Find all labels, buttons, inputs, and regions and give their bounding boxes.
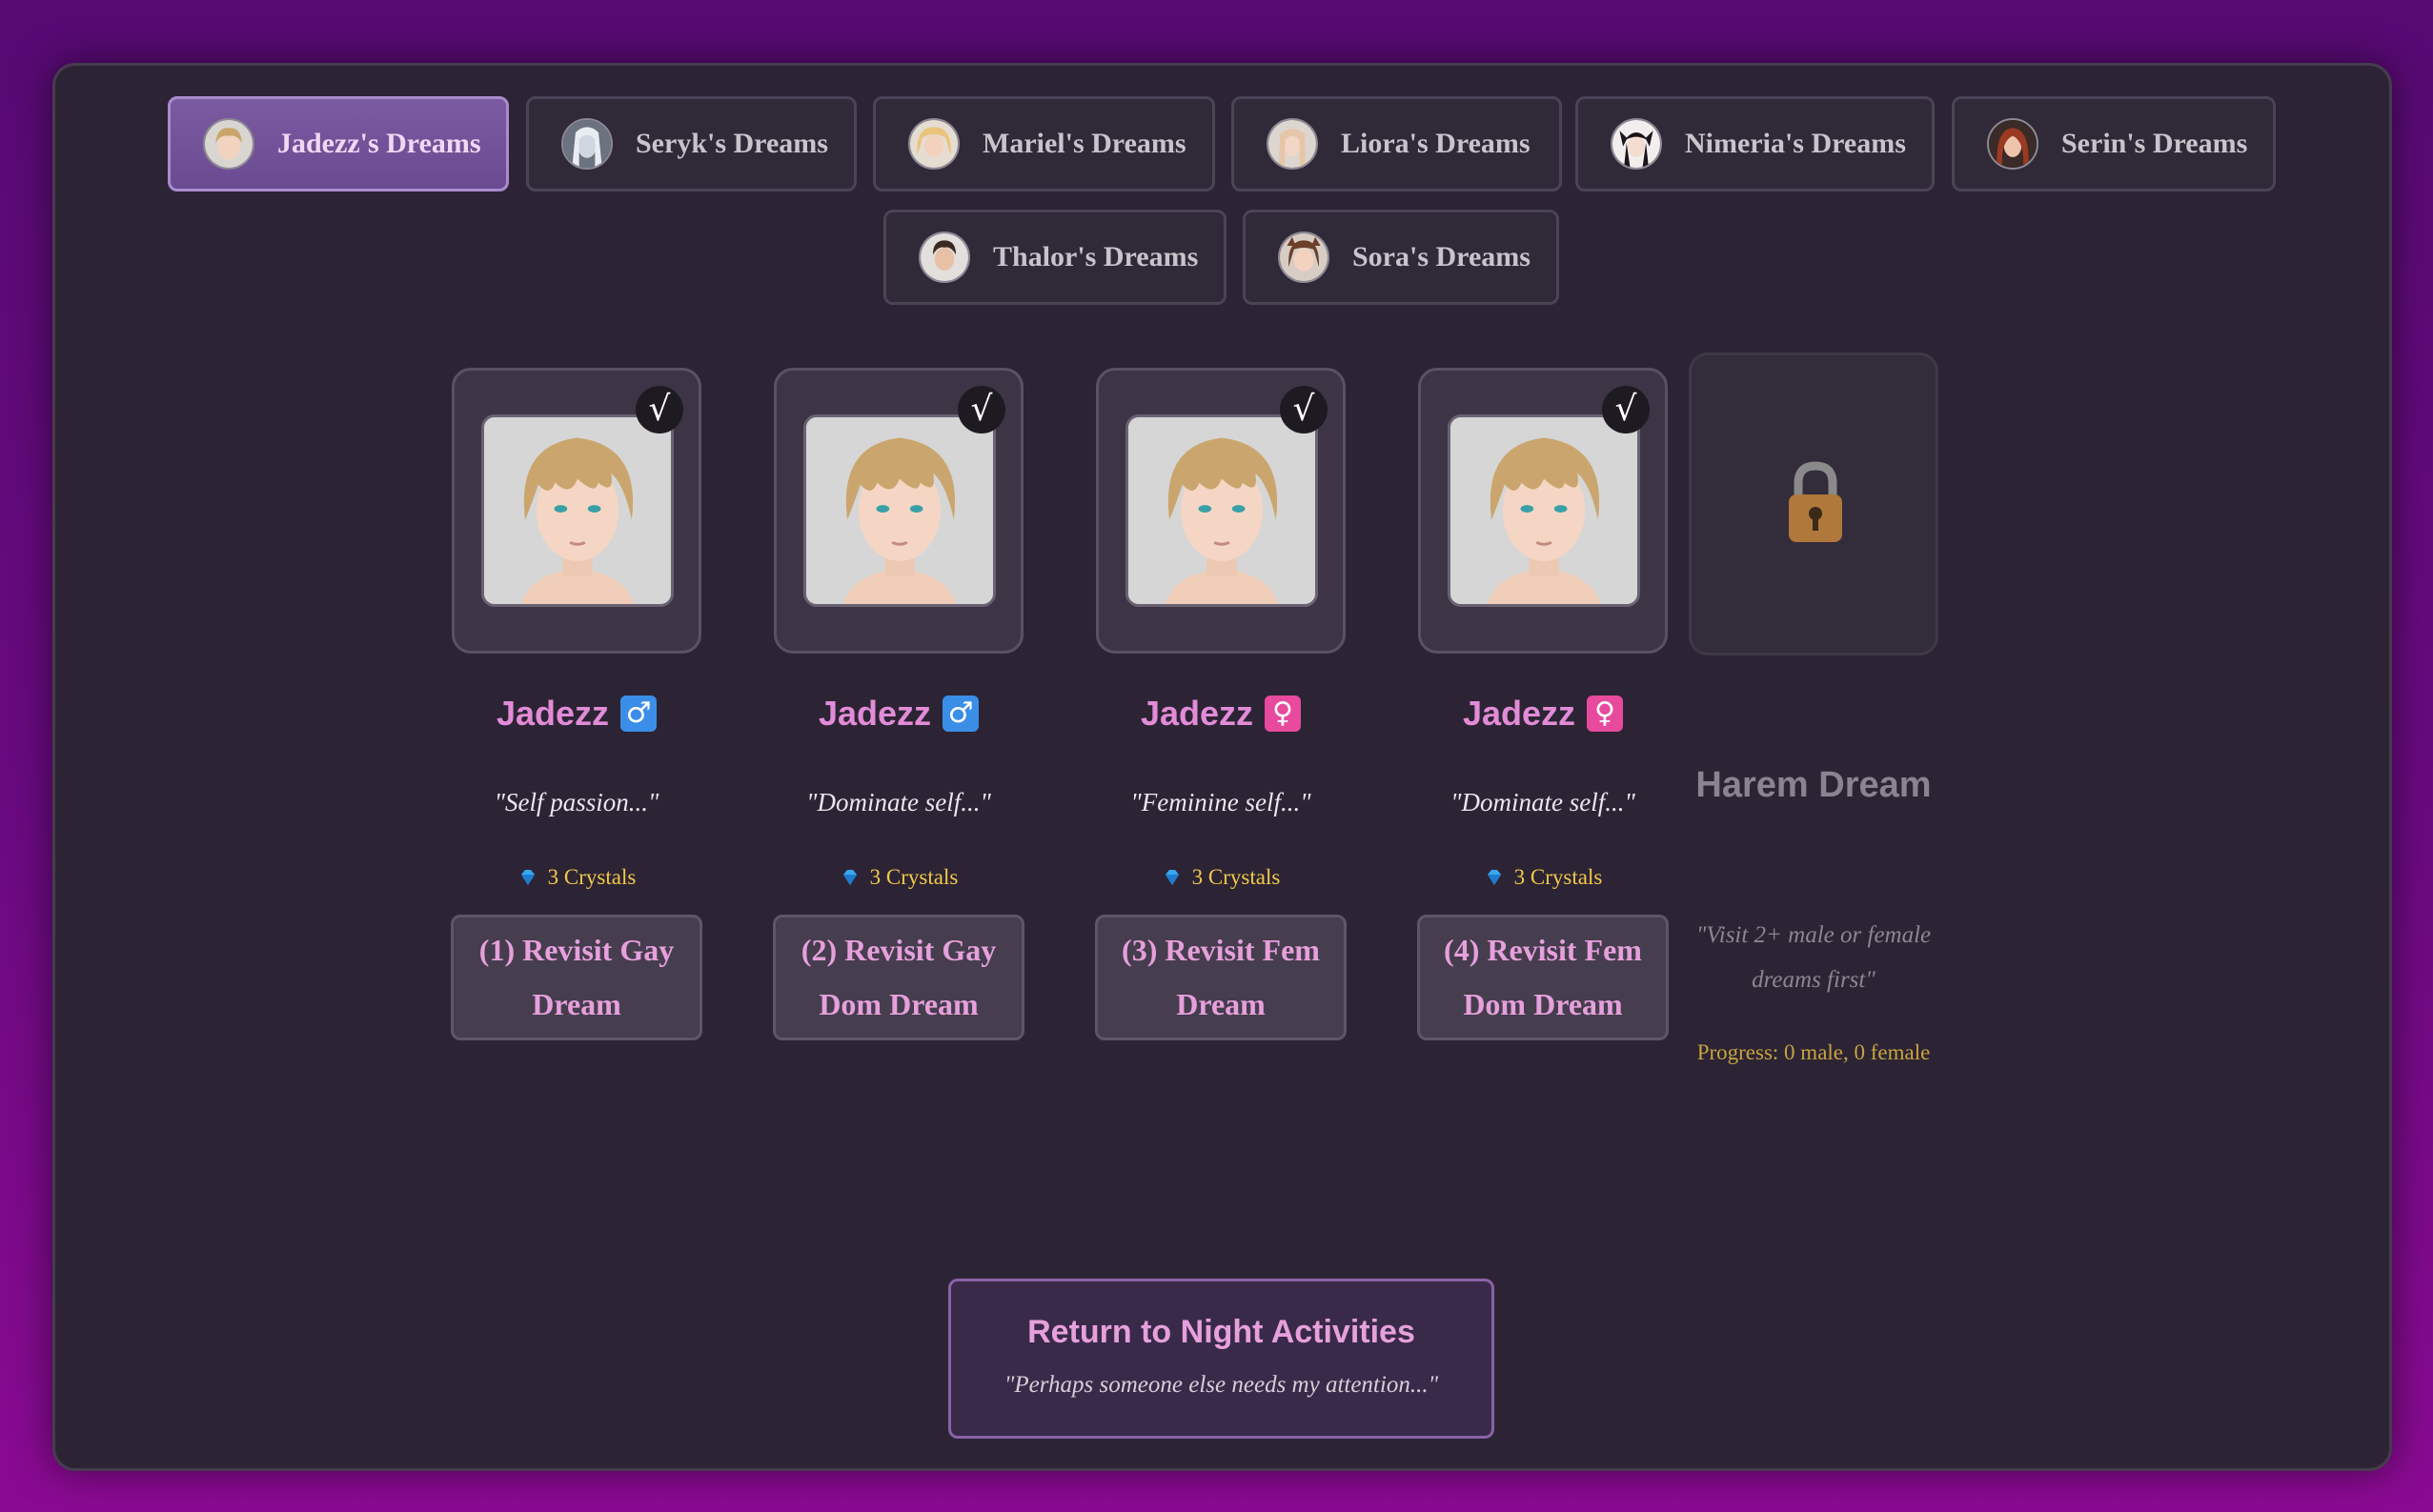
completed-check-icon: √ bbox=[1280, 386, 1328, 433]
dream-quote: "Dominate self..." bbox=[806, 788, 991, 816]
mariel-avatar bbox=[908, 118, 960, 170]
crystal-cost: 3 Crystals bbox=[774, 865, 1024, 890]
unlock-progress: Progress: 0 male, 0 female bbox=[1696, 1040, 1931, 1064]
tab-liora[interactable]: Liora's Dreams bbox=[1231, 96, 1562, 192]
tab-sora[interactable]: Sora's Dreams bbox=[1243, 210, 1559, 305]
thalor-avatar bbox=[919, 232, 970, 283]
dream-quote: "Feminine self..." bbox=[1130, 788, 1311, 816]
name-text: Jadezz bbox=[1462, 694, 1576, 733]
jadezz-portrait bbox=[803, 414, 996, 607]
tab-jadezz[interactable]: Jadezz's Dreams bbox=[168, 96, 509, 192]
crystal-icon bbox=[1165, 870, 1179, 885]
revisit-gay-dream-button[interactable]: (1) Revisit Gay Dream bbox=[451, 915, 702, 1040]
tab-nimeria[interactable]: Nimeria's Dreams bbox=[1575, 96, 1935, 192]
revisit-fem-dream-button[interactable]: (3) Revisit Fem Dream bbox=[1095, 915, 1347, 1040]
jadezz-portrait bbox=[481, 414, 674, 607]
cost-text: 3 Crystals bbox=[1191, 865, 1281, 889]
revisit-fem-dom-dream-button[interactable]: (4) Revisit Fem Dom Dream bbox=[1417, 915, 1669, 1040]
dream-card-portrait[interactable]: √ bbox=[1418, 368, 1668, 654]
tab-seryk[interactable]: Seryk's Dreams bbox=[526, 96, 857, 192]
jadezz-portrait bbox=[1125, 414, 1318, 607]
female-symbol-icon: ♀ bbox=[1587, 696, 1624, 732]
completed-check-icon: √ bbox=[958, 386, 1005, 433]
dream-card-portrait[interactable]: √ bbox=[774, 368, 1024, 654]
name-text: Jadezz bbox=[818, 694, 932, 733]
dream-card-portrait[interactable]: √ bbox=[452, 368, 701, 654]
unlock-hint: "Visit 2+ male or female dreams first" bbox=[1695, 922, 1932, 993]
return-button-subtitle: "Perhaps someone else needs my attention… bbox=[1004, 1372, 1439, 1398]
dream-quote: "Dominate self..." bbox=[1450, 788, 1635, 816]
name-text: Jadezz bbox=[1140, 694, 1254, 733]
nimeria-avatar bbox=[1611, 118, 1662, 170]
cost-text: 3 Crystals bbox=[869, 865, 959, 889]
male-symbol-icon: ♂ bbox=[943, 696, 980, 732]
character-name: Jadezz ♂ bbox=[774, 694, 1024, 734]
cost-text: 3 Crystals bbox=[547, 865, 637, 889]
crystal-icon bbox=[1487, 870, 1501, 885]
tab-label: Nimeria's Dreams bbox=[1685, 128, 1906, 159]
sora-avatar bbox=[1278, 232, 1329, 283]
tab-label: Serin's Dreams bbox=[2061, 128, 2248, 159]
dream-card-portrait[interactable]: √ bbox=[1096, 368, 1346, 654]
jadezz-avatar bbox=[203, 118, 254, 170]
crystal-icon bbox=[520, 870, 535, 885]
locked-dream-card bbox=[1689, 353, 1938, 655]
tab-thalor[interactable]: Thalor's Dreams bbox=[883, 210, 1227, 305]
tab-label: Jadezz's Dreams bbox=[277, 128, 481, 159]
crystal-cost: 3 Crystals bbox=[452, 865, 701, 890]
female-symbol-icon: ♀ bbox=[1265, 696, 1302, 732]
tab-serin[interactable]: Serin's Dreams bbox=[1952, 96, 2276, 192]
seryk-avatar bbox=[561, 118, 613, 170]
return-button-title: Return to Night Activities bbox=[1027, 1314, 1415, 1350]
male-symbol-icon: ♂ bbox=[620, 696, 658, 732]
jadezz-portrait bbox=[1448, 414, 1640, 607]
character-name: Jadezz ♀ bbox=[1418, 694, 1668, 734]
serin-avatar bbox=[1987, 118, 2038, 170]
tab-label: Seryk's Dreams bbox=[636, 128, 828, 159]
crystal-cost: 3 Crystals bbox=[1096, 865, 1346, 890]
name-text: Jadezz bbox=[496, 694, 610, 733]
liora-avatar bbox=[1267, 118, 1318, 170]
tab-mariel[interactable]: Mariel's Dreams bbox=[873, 96, 1215, 192]
crystal-cost: 3 Crystals bbox=[1418, 865, 1668, 890]
tab-label: Sora's Dreams bbox=[1352, 241, 1531, 272]
tab-label: Mariel's Dreams bbox=[983, 128, 1186, 159]
tab-label: Liora's Dreams bbox=[1341, 128, 1531, 159]
revisit-gay-dom-dream-button[interactable]: (2) Revisit Gay Dom Dream bbox=[773, 915, 1024, 1040]
return-to-night-activities-button[interactable]: Return to Night Activities "Perhaps some… bbox=[948, 1279, 1494, 1439]
tab-label: Thalor's Dreams bbox=[993, 241, 1199, 272]
cost-text: 3 Crystals bbox=[1513, 865, 1603, 889]
dream-quote: "Self passion..." bbox=[494, 788, 659, 816]
completed-check-icon: √ bbox=[636, 386, 683, 433]
lock-moon-icon bbox=[1781, 458, 1852, 545]
crystal-icon bbox=[842, 870, 857, 885]
harem-dream-title: Harem Dream bbox=[1695, 765, 1932, 805]
character-name: Jadezz ♀ bbox=[1096, 694, 1346, 734]
completed-check-icon: √ bbox=[1602, 386, 1650, 433]
character-name: Jadezz ♂ bbox=[452, 694, 701, 734]
